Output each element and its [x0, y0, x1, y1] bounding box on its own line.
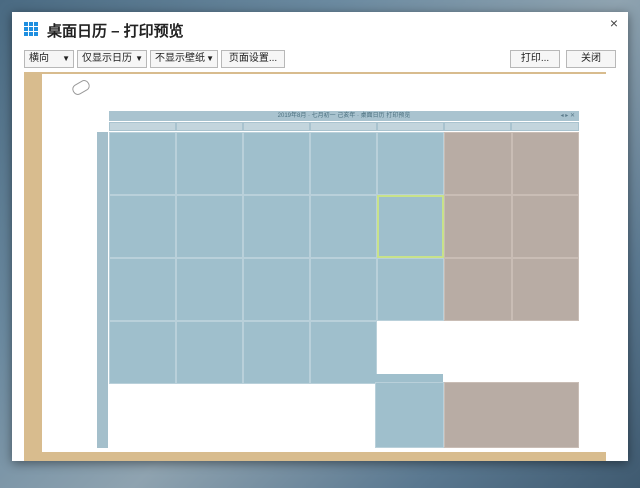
weekday-cell	[109, 122, 176, 131]
weekend-cell[interactable]	[444, 258, 512, 321]
calendar-title-text: 2019年8月 · 七月初一 己亥年 · 桌面日历 打印预览	[277, 113, 411, 119]
day-cell[interactable]	[377, 132, 444, 195]
paperclip-icon	[70, 78, 92, 97]
day-cell[interactable]	[109, 258, 176, 321]
weekday-cell	[444, 122, 511, 131]
day-cell[interactable]	[176, 132, 243, 195]
print-button[interactable]: 打印...	[510, 50, 560, 68]
wallpaper-select[interactable]: 不显示壁纸 ▼	[150, 50, 218, 68]
day-cell[interactable]	[109, 132, 176, 195]
window-title: 桌面日历 – 打印预览	[47, 23, 184, 40]
overflow-header	[375, 374, 443, 382]
day-cell[interactable]	[310, 321, 377, 384]
weekday-header	[109, 122, 579, 132]
day-cell[interactable]	[375, 382, 444, 448]
chevron-down-icon: ▼	[135, 54, 143, 63]
page-setup-button[interactable]: 页面设置...	[221, 50, 285, 68]
title-bar: 桌面日历 – 打印预览 ×	[12, 12, 628, 46]
calendar-nav-icons: ◂ ▸ ✕	[560, 113, 575, 119]
weekday-cell	[243, 122, 310, 131]
orientation-label: 横向	[29, 53, 49, 64]
day-cell[interactable]	[310, 132, 377, 195]
day-cell[interactable]	[243, 258, 310, 321]
day-cell[interactable]	[109, 321, 176, 384]
day-cell[interactable]	[176, 195, 243, 258]
day-cell[interactable]	[310, 195, 377, 258]
paper-page: 2019年8月 · 七月初一 己亥年 · 桌面日历 打印预览 ◂ ▸ ✕	[42, 74, 606, 452]
day-cell[interactable]	[176, 321, 243, 384]
toolbar: 横向 ▼ 仅显示日历 ▼ 不显示壁纸 ▼ 页面设置... 打印... 关闭	[12, 46, 628, 72]
day-cell[interactable]	[109, 195, 176, 258]
preview-area: 2019年8月 · 七月初一 己亥年 · 桌面日历 打印预览 ◂ ▸ ✕	[24, 72, 606, 461]
print-preview-window: 桌面日历 – 打印预览 × 横向 ▼ 仅显示日历 ▼ 不显示壁纸 ▼ 页面设置.…	[12, 12, 628, 461]
orientation-select[interactable]: 横向 ▼	[24, 50, 74, 68]
range-select[interactable]: 仅显示日历 ▼	[77, 50, 147, 68]
weekend-cell[interactable]	[444, 195, 512, 258]
wallpaper-label: 不显示壁纸	[155, 53, 205, 64]
close-icon[interactable]: ×	[610, 15, 618, 31]
weekend-cell[interactable]	[444, 132, 512, 195]
weekday-cell	[511, 122, 579, 131]
weekday-cell	[176, 122, 243, 131]
calendar-title: 2019年8月 · 七月初一 己亥年 · 桌面日历 打印预览 ◂ ▸ ✕	[109, 111, 579, 121]
chevron-down-icon: ▼	[62, 54, 70, 63]
chevron-down-icon: ▼	[206, 54, 214, 63]
weekend-cell[interactable]	[512, 195, 579, 258]
today-cell[interactable]	[377, 195, 444, 258]
weekday-cell	[377, 122, 444, 131]
close-button[interactable]: 关闭	[566, 50, 616, 68]
week-number-column	[97, 132, 108, 448]
day-cell[interactable]	[377, 258, 444, 321]
calendar-grid-icon	[24, 22, 39, 37]
weekend-cell[interactable]	[444, 382, 579, 448]
day-cell[interactable]	[310, 258, 377, 321]
day-cell[interactable]	[243, 132, 310, 195]
day-cell[interactable]	[243, 321, 310, 384]
weekday-cell	[310, 122, 377, 131]
range-label: 仅显示日历	[82, 53, 132, 64]
day-cell[interactable]	[176, 258, 243, 321]
day-cell[interactable]	[243, 195, 310, 258]
weekend-cell[interactable]	[512, 132, 579, 195]
weekend-cell[interactable]	[512, 258, 579, 321]
